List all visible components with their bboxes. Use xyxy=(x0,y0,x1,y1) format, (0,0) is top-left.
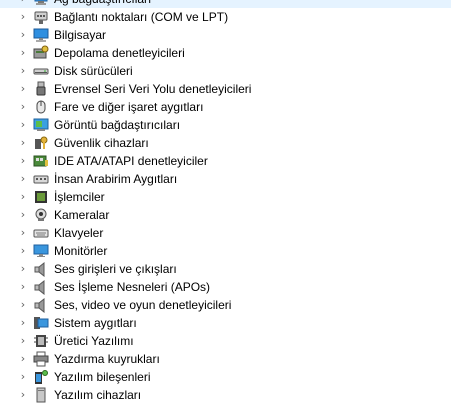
tree-item-usb-controllers[interactable]: › Evrensel Seri Veri Yolu denetleyiciler… xyxy=(0,80,451,98)
chevron-right-icon[interactable]: › xyxy=(18,152,28,170)
tree-item-label: Ses İşleme Nesneleri (APOs) xyxy=(54,280,211,294)
tree-item-label: Bağlantı noktaları (COM ve LPT) xyxy=(54,10,229,24)
hid-icon xyxy=(33,171,49,187)
chevron-right-icon[interactable]: › xyxy=(18,170,28,188)
tree-item-label: Yazdırma kuyrukları xyxy=(54,352,160,366)
tree-item-label: Üretici Yazılımı xyxy=(54,334,134,348)
chevron-right-icon[interactable]: › xyxy=(18,350,28,368)
chevron-right-icon[interactable]: › xyxy=(18,278,28,296)
chevron-right-icon[interactable]: › xyxy=(18,44,28,62)
tree-item-label: Klavyeler xyxy=(54,226,104,240)
monitor-icon xyxy=(33,243,49,259)
chevron-right-icon[interactable]: › xyxy=(18,260,28,278)
system-device-icon xyxy=(33,315,49,331)
chevron-right-icon[interactable]: › xyxy=(18,80,28,98)
tree-item-sound-video-game-controllers[interactable]: › Ses, video ve oyun denetleyicileri xyxy=(0,296,451,314)
tree-item-label: Görüntü bağdaştırıcıları xyxy=(54,118,181,132)
tree-item-keyboards[interactable]: › Klavyeler xyxy=(0,224,451,242)
chevron-right-icon[interactable]: › xyxy=(18,368,28,386)
processor-icon xyxy=(33,189,49,205)
keyboard-icon xyxy=(33,225,49,241)
mouse-icon xyxy=(33,99,49,115)
network-adapter-icon xyxy=(33,0,49,7)
tree-item-software-devices[interactable]: › Yazılım cihazları xyxy=(0,386,451,404)
tree-item-ports[interactable]: › Bağlantı noktaları (COM ve LPT) xyxy=(0,8,451,26)
tree-item-label: Disk sürücüleri xyxy=(54,64,133,78)
display-adapter-icon xyxy=(33,117,49,133)
tree-item-label: Ses girişleri ve çıkışları xyxy=(54,262,177,276)
tree-item-label: Depolama denetleyicileri xyxy=(54,46,185,60)
disk-drive-icon xyxy=(33,63,49,79)
tree-item-label: Evrensel Seri Veri Yolu denetleyicileri xyxy=(54,82,252,96)
tree-item-label: Bilgisayar xyxy=(54,28,107,42)
tree-item-label: İşlemciler xyxy=(54,190,105,204)
tree-item-label: Ses, video ve oyun denetleyicileri xyxy=(54,298,232,312)
tree-item-mice[interactable]: › Fare ve diğer işaret aygıtları xyxy=(0,98,451,116)
chevron-right-icon[interactable]: › xyxy=(18,134,28,152)
chevron-right-icon[interactable]: › xyxy=(18,314,28,332)
chevron-right-icon[interactable]: › xyxy=(18,8,28,26)
printer-icon xyxy=(33,351,49,367)
tree-item-disk-drives[interactable]: › Disk sürücüleri xyxy=(0,62,451,80)
software-component-icon xyxy=(33,369,49,385)
tree-item-label: IDE ATA/ATAPI denetleyiciler xyxy=(54,154,208,168)
tree-item-print-queues[interactable]: › Yazdırma kuyrukları xyxy=(0,350,451,368)
chevron-right-icon[interactable]: › xyxy=(18,296,28,314)
tree-item-security-devices[interactable]: › Güvenlik cihazları xyxy=(0,134,451,152)
chevron-right-icon[interactable]: › xyxy=(18,332,28,350)
tree-item-monitors[interactable]: › Monitörler xyxy=(0,242,451,260)
chevron-right-icon[interactable]: › xyxy=(18,386,28,404)
tree-item-label: Kameralar xyxy=(54,208,110,222)
chevron-right-icon[interactable]: › xyxy=(18,98,28,116)
tree-item-label: Sistem aygıtları xyxy=(54,316,137,330)
chevron-right-icon[interactable]: › xyxy=(18,242,28,260)
tree-item-computer[interactable]: › Bilgisayar xyxy=(0,26,451,44)
tree-item-audio-inputs-outputs[interactable]: › Ses girişleri ve çıkışları xyxy=(0,260,451,278)
speaker-icon xyxy=(33,297,49,313)
tree-item-ide-controllers[interactable]: › IDE ATA/ATAPI denetleyiciler xyxy=(0,152,451,170)
device-tree: › Ağ bağdaştırıcıları › Bağlantı noktala… xyxy=(0,0,451,404)
tree-item-processors[interactable]: › İşlemciler xyxy=(0,188,451,206)
chevron-right-icon[interactable]: › xyxy=(18,188,28,206)
chevron-right-icon[interactable]: › xyxy=(18,26,28,44)
tree-item-software-components[interactable]: › Yazılım bileşenleri xyxy=(0,368,451,386)
speaker-icon xyxy=(33,261,49,277)
chevron-right-icon[interactable]: › xyxy=(18,0,28,8)
camera-icon xyxy=(33,207,49,223)
firmware-icon xyxy=(33,333,49,349)
tree-item-label: Fare ve diğer işaret aygıtları xyxy=(54,100,204,114)
chevron-right-icon[interactable]: › xyxy=(18,206,28,224)
chevron-right-icon[interactable]: › xyxy=(18,224,28,242)
tree-item-audio-processing-objects[interactable]: › Ses İşleme Nesneleri (APOs) xyxy=(0,278,451,296)
tree-item-network-adapters[interactable]: › Ağ bağdaştırıcıları xyxy=(0,0,451,8)
tree-item-hid[interactable]: › İnsan Arabirim Aygıtları xyxy=(0,170,451,188)
security-device-icon xyxy=(33,135,49,151)
tree-item-display-adapters[interactable]: › Görüntü bağdaştırıcıları xyxy=(0,116,451,134)
speaker-icon xyxy=(33,279,49,295)
tree-item-storage-controllers[interactable]: › Depolama denetleyicileri xyxy=(0,44,451,62)
chevron-right-icon[interactable]: › xyxy=(18,116,28,134)
ide-controller-icon xyxy=(33,153,49,169)
tree-item-label: Güvenlik cihazları xyxy=(54,136,149,150)
tree-item-label: İnsan Arabirim Aygıtları xyxy=(54,172,178,186)
tree-item-label: Monitörler xyxy=(54,244,108,258)
chevron-right-icon[interactable]: › xyxy=(18,62,28,80)
storage-controller-icon xyxy=(33,45,49,61)
tree-item-label: Yazılım bileşenleri xyxy=(54,370,151,384)
tree-item-cameras[interactable]: › Kameralar xyxy=(0,206,451,224)
computer-icon xyxy=(33,27,49,43)
usb-icon xyxy=(33,81,49,97)
software-device-icon xyxy=(33,387,49,403)
tree-item-label: Ağ bağdaştırıcıları xyxy=(54,0,151,8)
tree-item-system-devices[interactable]: › Sistem aygıtları xyxy=(0,314,451,332)
port-icon xyxy=(33,9,49,25)
tree-item-label: Yazılım cihazları xyxy=(54,388,142,402)
tree-item-firmware[interactable]: › Üretici Yazılımı xyxy=(0,332,451,350)
